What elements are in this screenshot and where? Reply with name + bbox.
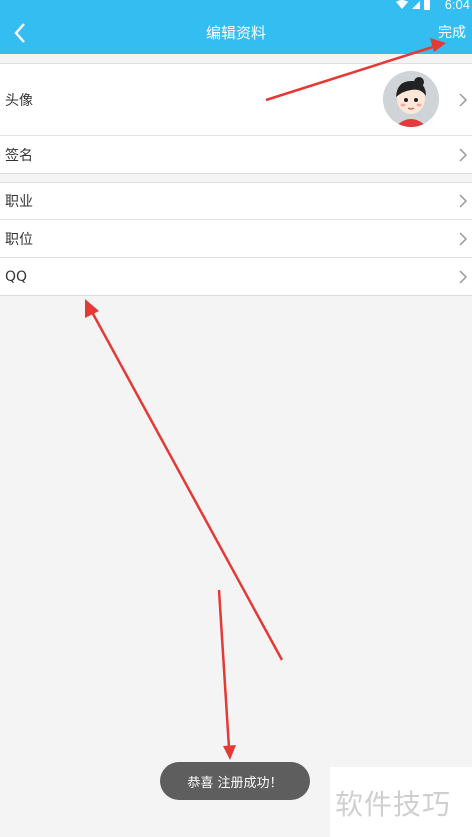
signal-wifi-battery-icons [396, 0, 430, 10]
signature-row[interactable]: 签名 [0, 136, 472, 173]
chevron-right-icon [459, 231, 468, 246]
avatar-cartoon-icon [383, 71, 439, 127]
chevron-right-icon [459, 269, 468, 284]
status-bar: 6:04 [0, 0, 472, 12]
watermark-text: 软件技巧 [335, 788, 452, 821]
arrow-to-rows-head [85, 299, 99, 318]
occupation-row[interactable]: 职业 [0, 183, 472, 220]
chevron-right-icon [459, 147, 468, 162]
qq-row[interactable]: QQ [0, 258, 472, 295]
arrow-to-toast-head [223, 745, 236, 760]
avatar-row[interactable]: 头像 [0, 64, 472, 136]
arrow-to-toast [217, 589, 231, 749]
title-bar: 编辑资料 完成 [0, 12, 472, 54]
status-time: 6:04 [444, 0, 470, 12]
position-label: 职位 [5, 231, 33, 248]
position-row[interactable]: 职位 [0, 220, 472, 258]
page-title: 编辑资料 [205, 24, 266, 42]
avatar[interactable] [383, 71, 439, 127]
done-button[interactable]: 完成 [438, 12, 472, 54]
back-button[interactable] [0, 12, 40, 54]
arrow-to-rows [90, 311, 284, 661]
profile-section: 头像 签名 [0, 63, 472, 174]
signature-label: 签名 [5, 147, 33, 164]
chevron-left-icon [14, 23, 25, 43]
chevron-right-icon [459, 194, 468, 208]
chevron-right-icon [459, 92, 468, 107]
occupation-label: 职业 [5, 194, 33, 210]
career-section: 职业 职位 QQ [0, 182, 472, 296]
avatar-label: 头像 [5, 92, 33, 109]
qq-label: QQ [5, 268, 28, 285]
success-toast: 恭喜 注册成功！ [160, 762, 310, 800]
